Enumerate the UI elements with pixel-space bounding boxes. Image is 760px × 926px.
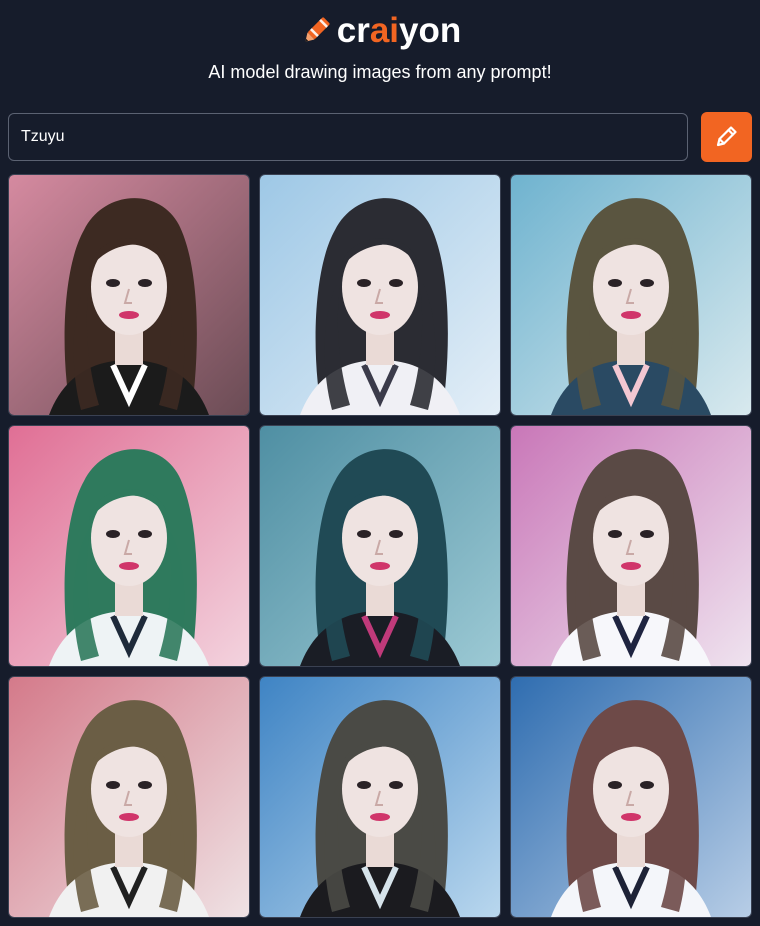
- brand-suffix: yon: [399, 11, 462, 50]
- result-image[interactable]: [8, 676, 250, 918]
- portrait-illustration: [260, 175, 500, 415]
- result-image[interactable]: [259, 425, 501, 667]
- crayon-pencil-icon: [299, 14, 333, 48]
- prompt-input[interactable]: [8, 113, 688, 161]
- result-image[interactable]: [510, 425, 752, 667]
- portrait-illustration: [511, 426, 751, 666]
- portrait-illustration: [9, 175, 249, 415]
- result-image[interactable]: [259, 676, 501, 918]
- pencil-icon: [713, 122, 741, 153]
- result-image[interactable]: [510, 174, 752, 416]
- brand-accent: ai: [369, 11, 400, 50]
- portrait-illustration: [260, 426, 500, 666]
- portrait-illustration: [9, 426, 249, 666]
- result-image[interactable]: [259, 174, 501, 416]
- portrait-illustration: [511, 175, 751, 415]
- result-image[interactable]: [8, 425, 250, 667]
- brand-prefix: cr: [336, 11, 370, 50]
- craiyon-page: craiyon AI model drawing images from any…: [0, 0, 760, 926]
- portrait-illustration: [260, 677, 500, 917]
- result-image[interactable]: [8, 174, 250, 416]
- tagline: AI model drawing images from any prompt!: [208, 62, 552, 82]
- results-grid: [8, 174, 753, 918]
- draw-button[interactable]: [701, 112, 752, 162]
- portrait-illustration: [511, 677, 751, 917]
- portrait-illustration: [9, 677, 249, 917]
- brand-wordmark: craiyon: [337, 11, 462, 51]
- result-image[interactable]: [510, 676, 752, 918]
- header: craiyon: [0, 8, 760, 54]
